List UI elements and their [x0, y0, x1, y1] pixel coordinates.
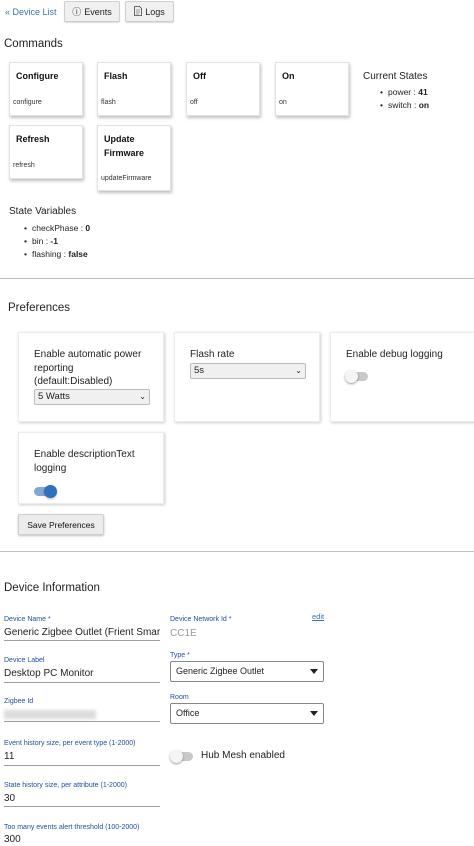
caret-down-icon	[310, 711, 318, 716]
command-arg: on	[279, 99, 287, 106]
device-list-link[interactable]: « Device List	[5, 7, 57, 17]
command-arg: configure	[13, 99, 42, 106]
events-button[interactable]: ⓘ Events	[64, 1, 120, 22]
command-off[interactable]: Off off	[186, 62, 260, 116]
device-information-heading: Device Information	[4, 582, 100, 594]
caret-down-icon	[310, 669, 318, 674]
input-underline	[4, 721, 160, 722]
save-preferences-button[interactable]: Save Preferences	[18, 514, 104, 535]
state-variable-item: bin : -1	[24, 235, 90, 248]
network-id-label: Device Network Id *	[170, 616, 232, 623]
type-select[interactable]: Generic Zigbee Outlet	[170, 661, 324, 682]
toggle-knob	[345, 370, 358, 383]
pref-label: Enable descriptionText logging	[34, 449, 135, 474]
debug-logging-toggle[interactable]	[345, 370, 368, 383]
command-arg: off	[190, 99, 198, 106]
room-select[interactable]: Office	[170, 703, 324, 724]
hub-mesh-toggle[interactable]	[170, 750, 193, 763]
command-flash[interactable]: Flash flash	[97, 62, 171, 116]
room-label: Room	[170, 694, 189, 701]
section-divider	[0, 551, 474, 552]
command-arg: updateFirmware	[101, 175, 152, 182]
pref-debug-logging-card: Enable debug logging	[330, 332, 474, 422]
command-arg: flash	[101, 99, 116, 106]
event-history-input[interactable]: 11	[4, 751, 160, 762]
zigbee-id-redacted	[4, 710, 96, 719]
device-name-input[interactable]: Generic Zigbee Outlet (Frient Smart	[4, 627, 160, 638]
state-history-input[interactable]: 30	[4, 793, 160, 804]
type-label: Type *	[170, 652, 190, 659]
toggle-knob	[44, 485, 57, 498]
info-circle-icon: ⓘ	[72, 7, 82, 17]
command-title: On	[282, 71, 295, 81]
input-underline	[4, 806, 160, 807]
command-arg: refresh	[13, 162, 35, 169]
pref-label: Flash rate	[190, 349, 235, 360]
command-title: Flash	[104, 71, 128, 81]
top-nav: « Device List ⓘ Events Logs	[0, 0, 474, 26]
pref-description-logging-card: Enable descriptionText logging	[18, 432, 164, 504]
command-title: Off	[193, 71, 206, 81]
command-title: Configure	[16, 71, 59, 81]
state-variables-title: State Variables	[9, 206, 77, 217]
chevron-down-icon: ⌄	[139, 392, 146, 401]
command-title: Refresh	[16, 134, 50, 144]
too-many-events-label: Too many events alert threshold (100-200…	[4, 824, 140, 831]
network-id-input: CC1E	[170, 628, 197, 639]
command-refresh[interactable]: Refresh refresh	[9, 125, 83, 179]
logs-button-label: Logs	[145, 6, 165, 17]
description-logging-toggle[interactable]	[34, 485, 57, 498]
state-variable-item: checkPhase : 0	[24, 222, 90, 235]
device-label-input[interactable]: Desktop PC Monitor	[4, 668, 160, 679]
device-label-label: Device Label	[4, 657, 45, 664]
pref-label: Enable automatic power reporting (defaul…	[34, 349, 142, 387]
command-update-firmware[interactable]: Update Firmware updateFirmware	[97, 125, 171, 191]
state-variable-item: flashing : false	[24, 248, 90, 261]
logs-button[interactable]: Logs	[125, 1, 174, 22]
network-id-edit-link[interactable]: edit	[312, 612, 324, 621]
too-many-events-input[interactable]: 300	[4, 834, 160, 845]
state-item: switch : on	[380, 99, 429, 112]
zigbee-id-label: Zigbee Id	[4, 698, 34, 705]
preferences-heading: Preferences	[8, 302, 71, 314]
device-name-label: Device Name *	[4, 616, 51, 623]
document-icon	[134, 5, 143, 18]
events-button-label: Events	[84, 6, 112, 17]
command-title: Update Firmware	[104, 134, 145, 158]
commands-heading: Commands	[4, 38, 63, 50]
input-underline	[4, 765, 160, 766]
pref-label: Enable debug logging	[346, 349, 443, 360]
input-underline	[4, 640, 160, 641]
toggle-knob	[170, 750, 183, 763]
chevron-down-icon: ⌄	[295, 366, 302, 375]
state-history-label: State history size, per attribute (1-200…	[4, 782, 127, 789]
pref-flash-rate-card: Flash rate 5s ⌄	[174, 332, 320, 422]
power-reporting-select[interactable]: 5 Watts ⌄	[34, 389, 150, 405]
hub-mesh-label: Hub Mesh enabled	[201, 750, 285, 761]
current-states-list: power : 41 switch : on	[380, 86, 429, 112]
state-item: power : 41	[380, 86, 429, 99]
pref-power-reporting-card: Enable automatic power reporting (defaul…	[18, 332, 164, 422]
state-variables-list: checkPhase : 0 bin : -1 flashing : false	[24, 222, 90, 261]
command-on[interactable]: On on	[275, 62, 349, 116]
event-history-label: Event history size, per event type (1-20…	[4, 740, 136, 747]
section-divider	[0, 278, 474, 279]
current-states-title: Current States	[363, 71, 428, 82]
command-configure[interactable]: Configure configure	[9, 62, 83, 116]
flash-rate-select[interactable]: 5s ⌄	[190, 363, 306, 379]
input-underline	[4, 682, 160, 683]
